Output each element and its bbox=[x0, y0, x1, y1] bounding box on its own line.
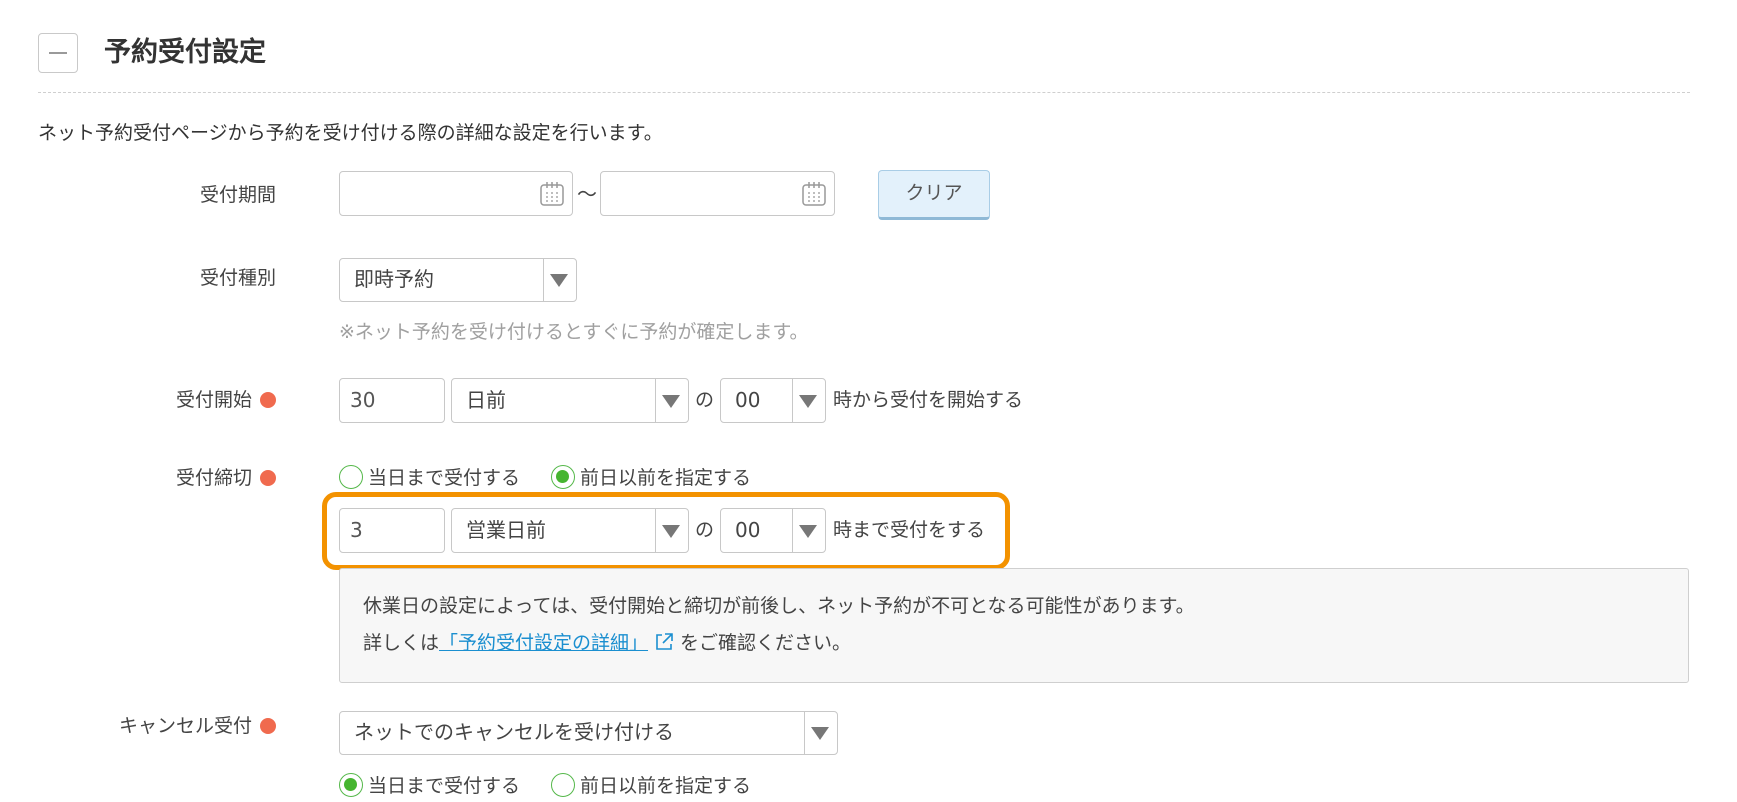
radio-checked[interactable] bbox=[551, 465, 575, 489]
start-connector: の bbox=[695, 389, 715, 411]
period-separator: 〜 bbox=[577, 182, 597, 206]
deadline-label-text: 受付締切 bbox=[175, 467, 252, 489]
calendar-icon[interactable] bbox=[800, 180, 828, 208]
start-label: 受付開始 bbox=[176, 387, 276, 413]
start-days-value: 30 bbox=[350, 388, 376, 412]
chevron-down-icon bbox=[550, 274, 568, 287]
required-indicator bbox=[260, 470, 276, 486]
cancel-radio-previous-day[interactable]: 前日以前を指定する bbox=[551, 773, 751, 799]
cancel-radio-same-day[interactable]: 当日まで受付する bbox=[339, 773, 520, 799]
cancel-option-2-label: 前日以前を指定する bbox=[580, 775, 752, 797]
chevron-down-icon bbox=[799, 524, 817, 538]
deadline-radio-same-day[interactable]: 当日まで受付する bbox=[339, 465, 520, 491]
chevron-down-icon bbox=[799, 394, 817, 408]
cancel-selected: ネットでのキャンセルを受け付ける bbox=[354, 720, 674, 744]
minus-icon bbox=[49, 52, 67, 54]
deadline-radio-previous-day[interactable]: 前日以前を指定する bbox=[551, 465, 751, 491]
external-link-icon[interactable] bbox=[654, 632, 674, 652]
chevron-down-icon bbox=[662, 394, 680, 408]
period-start-input[interactable] bbox=[339, 171, 573, 216]
start-suffix: 時から受付を開始する bbox=[833, 389, 1024, 411]
deadline-days-value: 3 bbox=[350, 518, 363, 542]
cancel-label-text: キャンセル受付 bbox=[118, 715, 252, 737]
info-suffix: をご確認ください。 bbox=[680, 632, 852, 654]
radio-checked[interactable] bbox=[339, 773, 363, 797]
deadline-hour-selected: 00 bbox=[735, 518, 761, 542]
type-label: 受付種別 bbox=[199, 267, 276, 289]
info-prefix: 詳しくは bbox=[363, 632, 440, 654]
clear-button[interactable]: クリア bbox=[878, 170, 990, 220]
info-box: 休業日の設定によっては、受付開始と締切が前後し、ネット予約が不可となる可能性があ… bbox=[339, 568, 1689, 683]
period-label: 受付期間 bbox=[199, 184, 276, 206]
start-label-text: 受付開始 bbox=[175, 389, 252, 411]
cancel-option-1-label: 当日まで受付する bbox=[368, 775, 521, 797]
radio-unchecked[interactable] bbox=[339, 465, 363, 489]
info-line-1: 休業日の設定によっては、受付開始と締切が前後し、ネット予約が不可となる可能性があ… bbox=[363, 595, 1195, 617]
required-indicator bbox=[260, 718, 276, 734]
type-select[interactable]: 即時予約 bbox=[339, 258, 577, 302]
start-hour-selected: 00 bbox=[735, 388, 761, 412]
deadline-label: 受付締切 bbox=[176, 465, 276, 491]
period-end-input[interactable] bbox=[600, 171, 835, 216]
type-selected: 即時予約 bbox=[354, 267, 434, 291]
section-divider bbox=[38, 92, 1690, 93]
section-title: 予約受付設定 bbox=[104, 37, 266, 68]
calendar-icon[interactable] bbox=[538, 180, 566, 208]
required-indicator bbox=[260, 392, 276, 408]
start-hour-select[interactable]: 00 bbox=[720, 378, 826, 423]
chevron-down-icon bbox=[662, 524, 680, 538]
type-note: ※ネット予約を受け付けるとすぐに予約が確定します。 bbox=[339, 321, 809, 343]
deadline-days-input[interactable]: 3 bbox=[339, 508, 445, 553]
deadline-unit-select[interactable]: 営業日前 bbox=[451, 508, 689, 553]
start-days-input[interactable]: 30 bbox=[339, 378, 445, 423]
deadline-unit-selected: 営業日前 bbox=[466, 518, 546, 542]
deadline-hour-select[interactable]: 00 bbox=[720, 508, 826, 553]
section-description: ネット予約受付ページから予約を受け付ける際の詳細な設定を行います。 bbox=[38, 122, 663, 144]
cancel-select[interactable]: ネットでのキャンセルを受け付ける bbox=[339, 711, 838, 755]
deadline-option-1-label: 当日まで受付する bbox=[368, 467, 521, 489]
deadline-option-2-label: 前日以前を指定する bbox=[580, 467, 752, 489]
cancel-label: キャンセル受付 bbox=[119, 713, 276, 739]
deadline-connector: の bbox=[695, 519, 715, 541]
info-line-2: 詳しくは「予約受付設定の詳細」 をご確認ください。 bbox=[363, 630, 851, 656]
radio-unchecked[interactable] bbox=[551, 773, 575, 797]
start-unit-selected: 日前 bbox=[466, 388, 506, 412]
start-unit-select[interactable]: 日前 bbox=[451, 378, 689, 423]
chevron-down-icon bbox=[811, 727, 829, 740]
details-link[interactable]: 「予約受付設定の詳細」 bbox=[439, 632, 648, 654]
deadline-suffix: 時まで受付をする bbox=[833, 519, 986, 541]
collapse-button[interactable] bbox=[38, 33, 78, 73]
